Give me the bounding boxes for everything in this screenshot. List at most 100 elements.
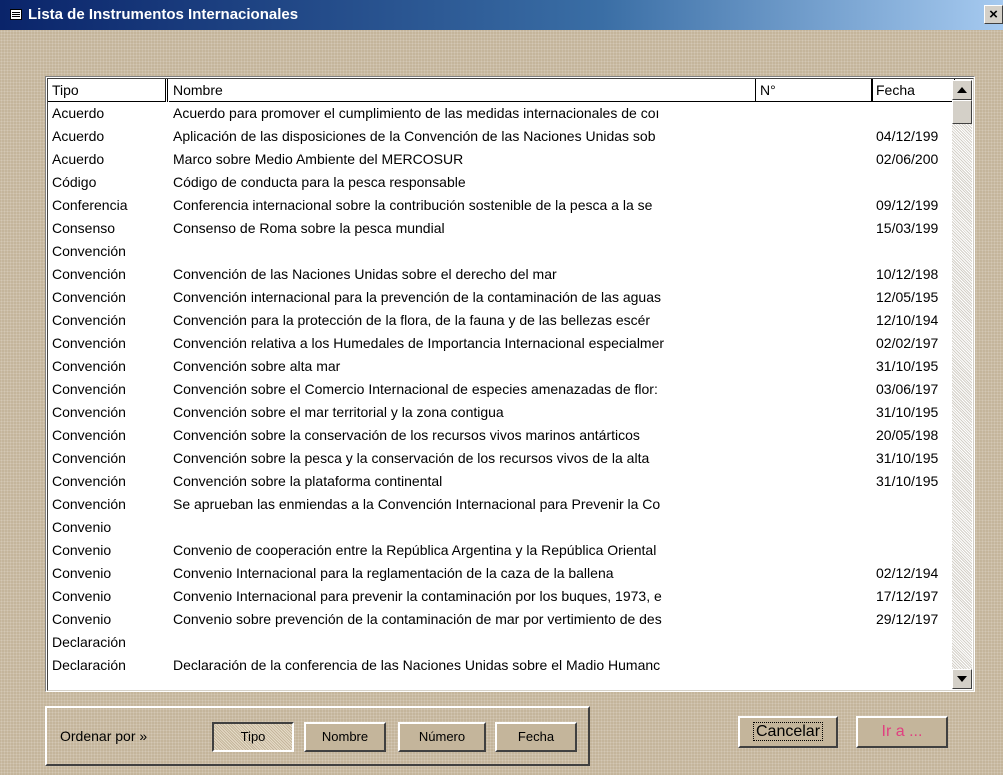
row-numero-cell [756,148,873,171]
table-row[interactable]: Convenio Convenio Internacional para la r… [48,562,955,585]
row-numero-cell [756,309,873,332]
table-row[interactable]: Convención Convención sobre la pesca y la… [48,447,955,470]
column-header-numero[interactable]: N° [756,79,873,102]
row-tipo-cell: Código [52,174,97,190]
row-fecha-cell: 31/10/195 [876,473,939,489]
row-nombre-cell: Conferencia internacional sobre la contr… [173,197,653,213]
table-row[interactable]: Declaración [48,631,955,654]
column-header-tipo[interactable]: Tipo [48,79,166,102]
row-fecha-cell: 04/12/199 [876,128,939,144]
table-row[interactable]: Convenio Convenio de cooperación entre la… [48,539,955,562]
table-row[interactable]: Acuerdo Aplicación de las disposiciones d… [48,125,955,148]
row-tipo-cell: Convenio [52,542,112,558]
row-fecha-cell: 31/10/195 [876,358,939,374]
table-row[interactable]: Declaración Declaración de la conferencia… [48,654,955,677]
row-numero-cell [756,194,873,217]
row-fecha-cell: 02/02/197 [876,335,939,351]
table-row[interactable]: Convención Convención sobre el Comercio I… [48,378,955,401]
table-row[interactable]: Convención Convención relativa a los Hume… [48,332,955,355]
row-numero-cell [756,102,873,125]
column-header-nombre[interactable]: Nombre [169,79,756,102]
row-nombre-cell: Convención sobre la plataforma continent… [173,473,443,489]
table-row[interactable]: Convención [48,240,955,263]
row-numero-cell [756,171,873,194]
row-tipo-cell: Convención [52,404,126,420]
row-nombre-cell: Convención sobre alta mar [173,358,341,374]
table-row[interactable]: Conferencia Conferencia internacional sob… [48,194,955,217]
scroll-up-button[interactable] [952,80,972,100]
row-numero-cell [756,447,873,470]
column-separator[interactable] [755,79,756,102]
row-nombre-cell: Convención sobre el mar territorial y la… [173,404,504,420]
row-fecha-cell [872,493,955,516]
row-tipo-cell: Convenio [52,588,112,604]
sort-fecha-button[interactable]: Fecha [495,722,577,752]
arrow-down-icon [957,676,967,682]
column-separator[interactable] [167,79,168,102]
table-row[interactable]: Convención Convención para la protección … [48,309,955,332]
row-nombre-cell: Convención para la protección de la flor… [173,312,651,328]
row-fecha-cell: 31/10/195 [876,404,939,420]
table-row[interactable]: Convención Se aprueban las enmiendas a la… [48,493,955,516]
row-numero-cell [756,539,873,562]
row-fecha-cell [872,539,955,562]
row-fecha-cell: 20/05/198 [876,427,939,443]
sort-nombre-button[interactable]: Nombre [304,722,386,752]
table-row[interactable]: Convención Convención sobre la conservaci… [48,424,955,447]
row-nombre-cell: Convención sobre el Comercio Internacion… [173,381,658,397]
vertical-scrollbar[interactable] [952,80,972,689]
row-nombre-cell: Convenio Internacional para la reglament… [173,565,614,581]
row-fecha-cell: 17/12/197 [876,588,939,604]
row-numero-cell [756,355,873,378]
row-numero-cell [756,286,873,309]
cancel-button[interactable]: Cancelar [738,716,838,748]
row-fecha-cell: 31/10/195 [876,450,939,466]
column-header-fecha[interactable]: Fecha [872,79,955,102]
column-separator[interactable] [871,79,872,102]
sort-numero-button[interactable]: Número [398,722,486,752]
row-nombre-cell: Convenio Internacional para prevenir la … [173,588,662,604]
row-fecha-cell: 29/12/197 [876,611,939,627]
table-row[interactable]: Código Código de conducta para la pesca r… [48,171,955,194]
table-row[interactable]: Convención Convención sobre el mar territ… [48,401,955,424]
row-tipo-cell: Convenio [52,611,112,627]
instruments-list[interactable]: Tipo Nombre N° Fecha Acuerdo Acuerdo para… [45,76,975,692]
row-nombre-cell: Se aprueban las enmiendas a la Convenció… [173,496,661,512]
table-row[interactable]: Convención Convención sobre la plataforma… [48,470,955,493]
table-row[interactable]: Convención Convención de las Naciones Uni… [48,263,955,286]
row-nombre-cell: Consenso de Roma sobre la pesca mundial [173,220,445,236]
row-nombre-cell: Convención sobre la pesca y la conservac… [173,450,650,466]
table-row[interactable]: Acuerdo Marco sobre Medio Ambiente del ME… [48,148,955,171]
row-tipo-cell: Acuerdo [52,105,105,121]
row-nombre-cell: Convención relativa a los Humedales de I… [173,335,665,351]
table-row[interactable]: Consenso Consenso de Roma sobre la pesca … [48,217,955,240]
row-fecha-cell [872,240,955,263]
row-nombre-cell [169,631,756,654]
row-fecha-cell [872,631,955,654]
scroll-thumb[interactable] [952,100,972,124]
table-row[interactable]: Convenio [48,516,955,539]
table-row[interactable]: Acuerdo Acuerdo para promover el cumplimi… [48,102,955,125]
scroll-down-button[interactable] [952,669,972,689]
row-numero-cell [756,424,873,447]
row-numero-cell [756,263,873,286]
table-row[interactable]: Convención Convención sobre alta mar 31/10… [48,355,955,378]
cancel-button-label: Cancelar [752,722,824,741]
row-numero-cell [756,493,873,516]
row-nombre-cell: Declaración de la conferencia de las Nac… [173,657,661,673]
row-nombre-cell: Marco sobre Medio Ambiente del MERCOSUR [173,151,464,167]
close-button[interactable]: × [984,5,1003,24]
row-nombre-cell: Aplicación de las disposiciones de la Co… [173,128,656,144]
table-row[interactable]: Convenio Convenio sobre prevención de la … [48,608,955,631]
sort-tipo-button[interactable]: Tipo [212,722,294,752]
row-tipo-cell: Convención [52,335,126,351]
table-row[interactable]: Convenio Convenio Internacional para prev… [48,585,955,608]
goto-button[interactable]: Ir a ... [856,716,948,748]
row-fecha-cell: 15/03/199 [876,220,939,236]
row-fecha-cell: 12/10/194 [876,312,939,328]
row-tipo-cell: Consenso [52,220,116,236]
row-nombre-cell [169,516,756,539]
table-row[interactable]: Convención Convención internacional para … [48,286,955,309]
row-tipo-cell: Convenio [52,519,112,535]
row-tipo-cell: Declaración [52,634,126,650]
